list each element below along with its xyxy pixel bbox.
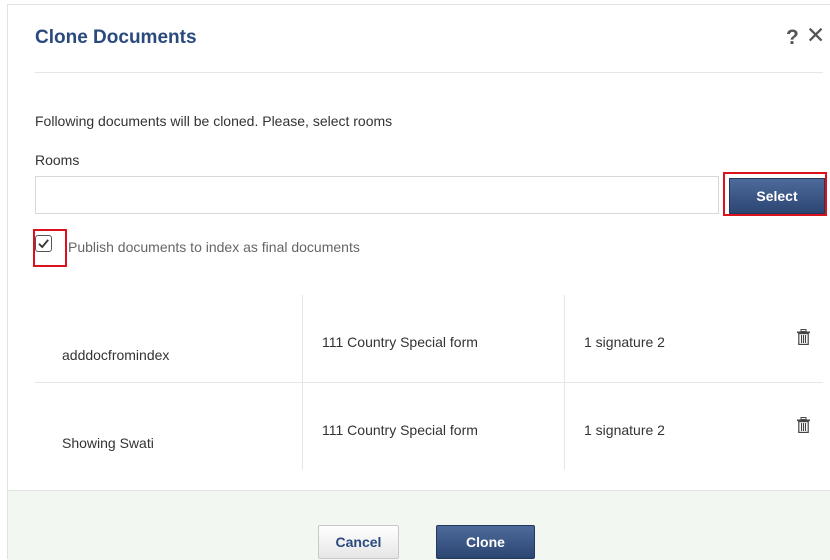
clone-button[interactable]: Clone	[436, 525, 535, 559]
document-form: 111 Country Special form	[322, 422, 478, 438]
checkmark-icon	[38, 239, 49, 249]
document-signature: 1 signature 2	[584, 334, 665, 350]
trash-icon[interactable]	[797, 329, 810, 345]
document-signature: 1 signature 2	[584, 422, 665, 438]
dialog-title: Clone Documents	[35, 27, 197, 48]
table-row: adddocfromindex 111 Country Special form…	[35, 295, 823, 382]
select-button[interactable]: Select	[729, 178, 825, 214]
document-form: 111 Country Special form	[322, 334, 478, 350]
instruction-text: Following documents will be cloned. Plea…	[35, 113, 393, 129]
rooms-input[interactable]	[35, 176, 719, 214]
cancel-button[interactable]: Cancel	[318, 525, 399, 559]
document-name: Showing Swati	[62, 435, 154, 451]
document-name: adddocfromindex	[62, 347, 170, 363]
documents-table: adddocfromindex 111 Country Special form…	[35, 295, 823, 470]
rooms-label: Rooms	[35, 152, 80, 168]
table-row: Showing Swati 111 Country Special form 1…	[35, 382, 823, 470]
dialog-footer: Cancel Clone	[8, 490, 830, 560]
trash-icon[interactable]	[797, 417, 810, 433]
clone-documents-dialog: Clone Documents ? ✕ Following documents …	[7, 4, 830, 560]
close-icon[interactable]: ✕	[806, 24, 825, 47]
publish-label: Publish documents to index as final docu…	[68, 239, 360, 255]
help-icon[interactable]: ?	[786, 26, 799, 50]
title-divider	[35, 72, 823, 73]
publish-checkbox[interactable]	[35, 235, 52, 252]
